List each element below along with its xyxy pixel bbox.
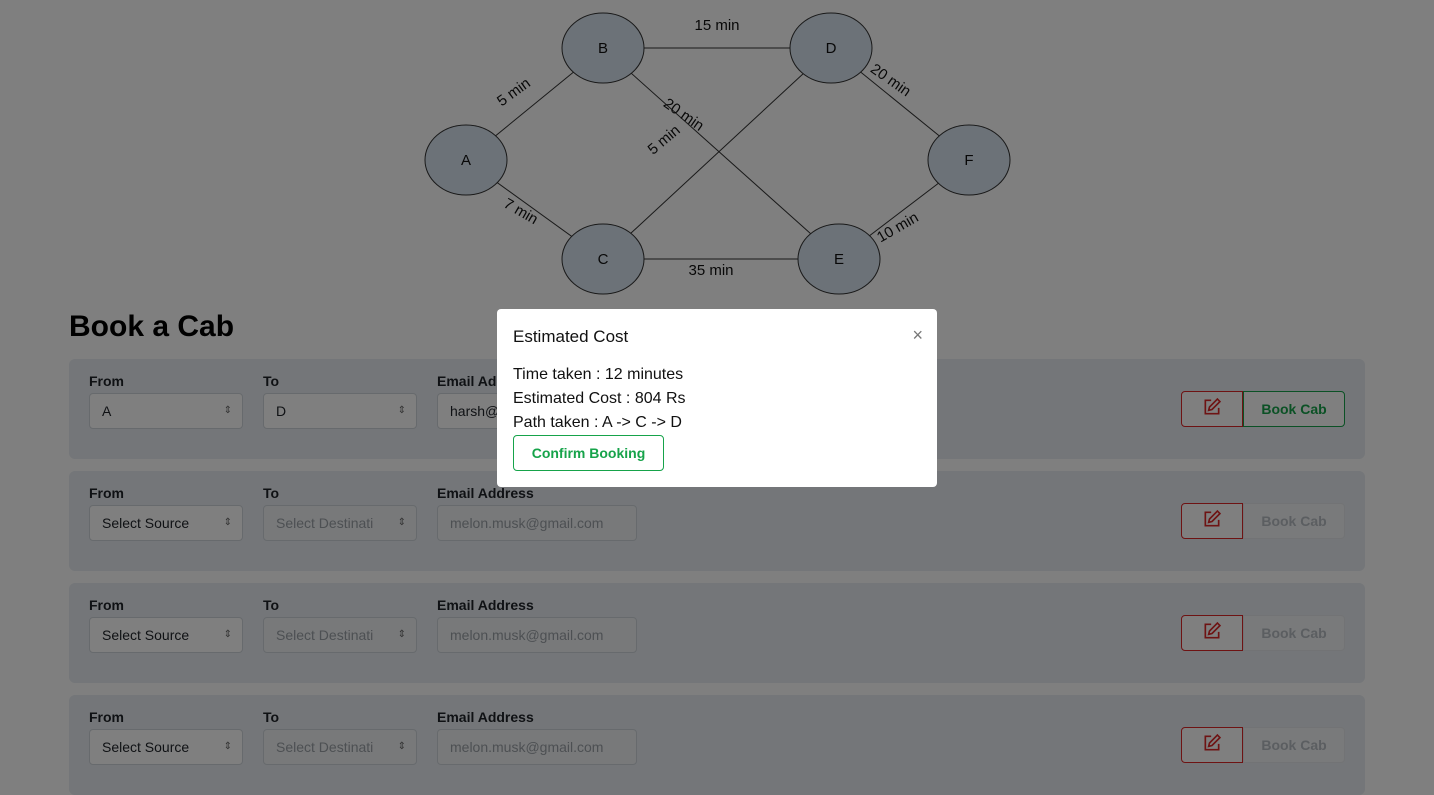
confirm-booking-button[interactable]: Confirm Booking: [513, 435, 664, 471]
time-taken-text: Time taken : 12 minutes: [513, 366, 684, 383]
path-taken-text: Path taken : A -> C -> D: [513, 414, 682, 431]
estimated-cost-text: Estimated Cost : 804 Rs: [513, 390, 686, 407]
estimated-cost-modal: Estimated Cost × Time taken : 12 minutes…: [497, 309, 937, 487]
modal-title: Estimated Cost: [513, 327, 629, 346]
close-icon[interactable]: ×: [912, 325, 923, 346]
